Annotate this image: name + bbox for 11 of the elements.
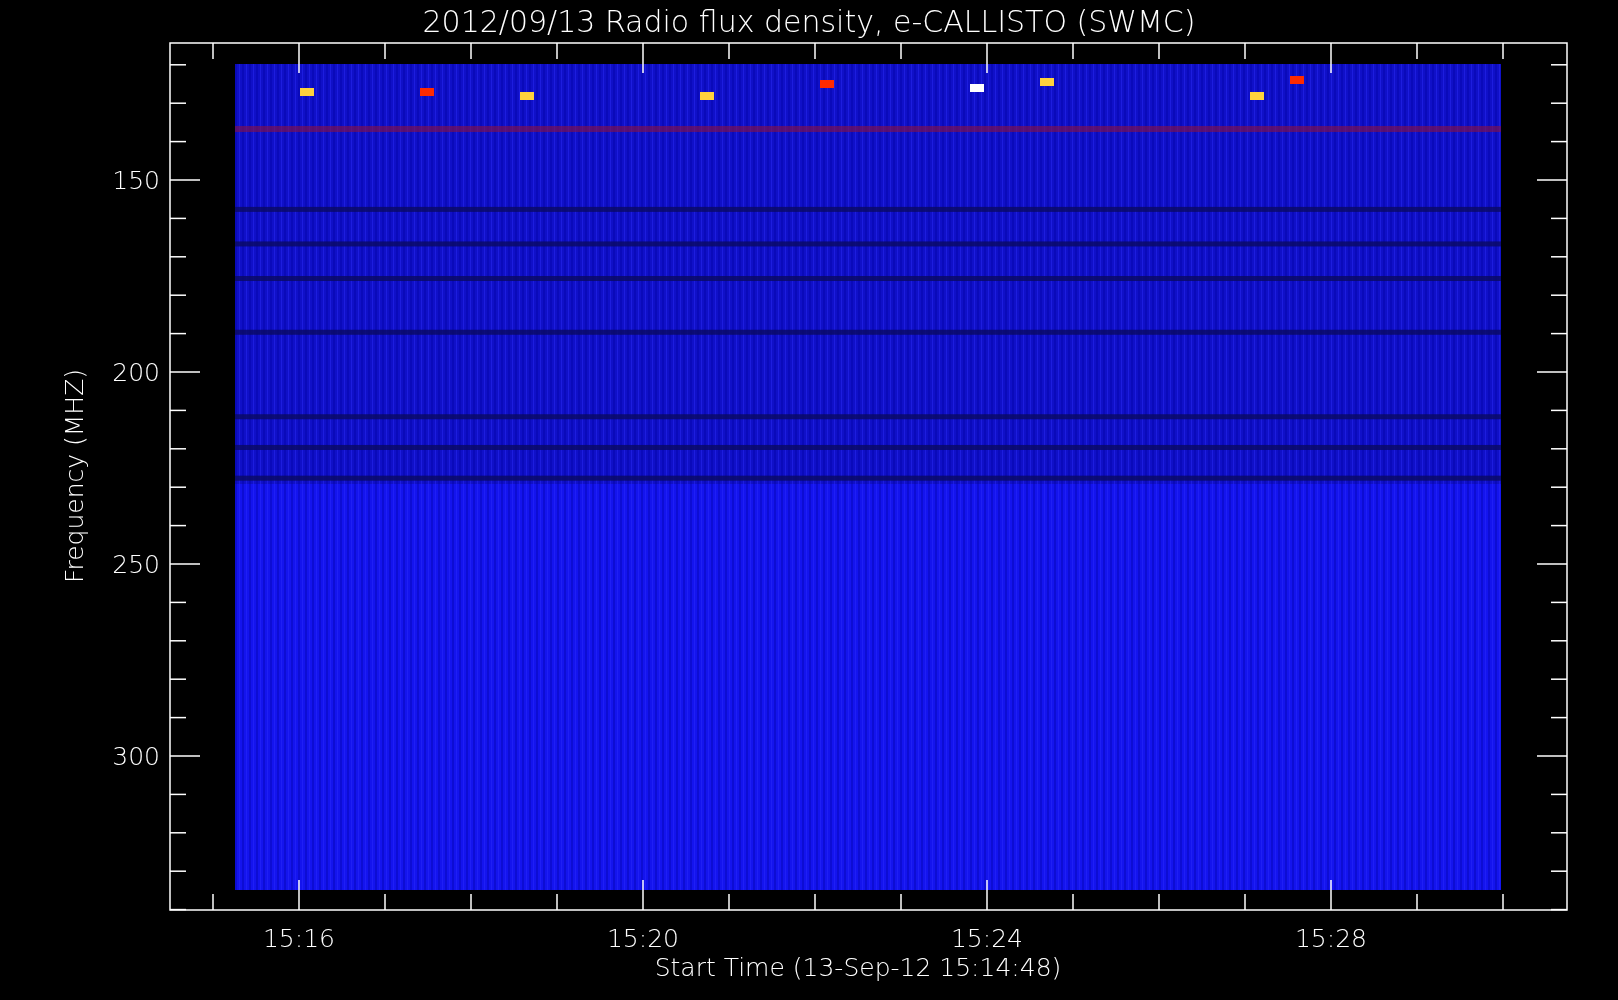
x-tick-label: 15:28 xyxy=(1295,924,1367,953)
x-tick-label: 15:20 xyxy=(607,924,679,953)
x-axis-label: Start Time (13-Sep-12 15:14:48) xyxy=(654,953,1062,982)
y-tick-label: 250 xyxy=(112,550,160,579)
plot-title: 2012/09/13 Radio flux density, e-CALLISTO (SWMC) xyxy=(422,4,1196,39)
x-tick-label: 15:16 xyxy=(263,924,335,953)
y-tick-label: 200 xyxy=(112,358,160,387)
x-tick-label: 15:24 xyxy=(951,924,1023,953)
y-axis-label: Frequency (MHZ) xyxy=(60,368,89,584)
y-tick-label: 150 xyxy=(112,166,160,195)
y-tick-label: 300 xyxy=(112,742,160,771)
